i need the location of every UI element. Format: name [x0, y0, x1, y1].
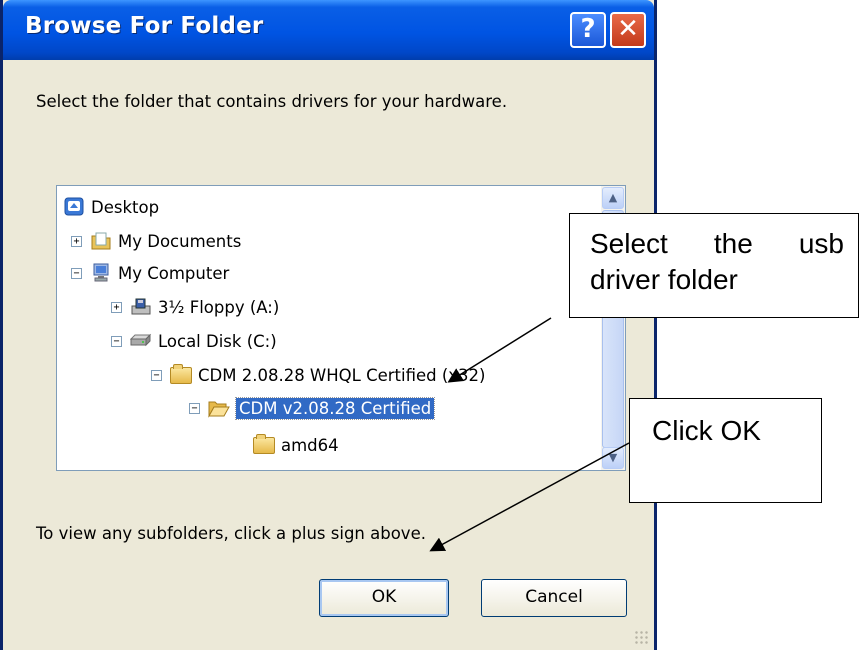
browse-for-folder-dialog: Browse For Folder ? ✕ Select the folder … [0, 0, 657, 650]
expand-plus-icon[interactable]: + [71, 235, 82, 247]
folder-tree[interactable]: Desktop + My Documents − My Computer + 3… [56, 185, 626, 471]
callout-click-ok: Click OK [629, 398, 822, 503]
help-button[interactable]: ? [570, 12, 606, 48]
cancel-button[interactable]: Cancel [481, 579, 627, 617]
scroll-up-icon[interactable]: ▲ [602, 187, 624, 209]
open-folder-icon [208, 398, 230, 418]
ok-button[interactable]: OK [319, 579, 449, 617]
callout-word: usb [798, 228, 844, 259]
dialog-title: Browse For Folder [25, 13, 264, 39]
tree-item-label: My Computer [118, 263, 230, 283]
expand-plus-icon[interactable]: + [111, 301, 122, 313]
scroll-down-icon[interactable]: ▼ [602, 447, 624, 469]
tree-item-cdm-whql[interactable]: − CDM 2.08.28 WHQL Certified (x32) [151, 362, 486, 388]
tree-item-floppy[interactable]: + 3½ Floppy (A:) [111, 294, 279, 320]
collapse-minus-icon[interactable]: − [111, 335, 122, 347]
callout-word: Select [590, 228, 668, 259]
tree-item-label: Local Disk (C:) [158, 331, 277, 351]
close-button[interactable]: ✕ [610, 12, 646, 48]
callout-word: the [713, 228, 753, 259]
resize-grip-icon[interactable] [634, 630, 648, 644]
tree-item-label: CDM 2.08.28 WHQL Certified (x32) [198, 365, 486, 385]
tree-item-label: 3½ Floppy (A:) [158, 297, 280, 317]
collapse-minus-icon[interactable]: − [71, 267, 82, 279]
tree-item-cdm-certified[interactable]: − CDM v2.08.28 Certified [189, 395, 436, 421]
callout-select-usb-driver: Select the usb driver folder [569, 213, 859, 318]
folder-icon [170, 364, 192, 385]
floppy-drive-icon [130, 297, 152, 317]
folder-icon [253, 434, 275, 455]
tree-item-my-computer[interactable]: − My Computer [71, 260, 229, 286]
tree-item-amd64[interactable]: amd64 [253, 432, 339, 458]
tree-item-local-disk[interactable]: − Local Disk (C:) [111, 328, 277, 354]
tree-item-label: Desktop [91, 197, 160, 217]
my-documents-icon [90, 231, 112, 251]
title-bar[interactable]: Browse For Folder ? ✕ [3, 0, 654, 60]
hard-disk-icon [129, 331, 152, 351]
my-computer-icon [90, 263, 112, 283]
callout-line: driver folder [590, 264, 738, 295]
instruction-text: Select the folder that contains drivers … [36, 92, 508, 111]
tree-item-label: CDM v2.08.28 Certified [234, 396, 436, 420]
desktop-icon [63, 197, 85, 217]
tree-item-my-documents[interactable]: + My Documents [71, 228, 241, 254]
tree-item-label: amd64 [281, 435, 339, 455]
collapse-minus-icon[interactable]: − [151, 369, 162, 381]
callout-text: Click OK [652, 415, 761, 446]
tree-item-desktop[interactable]: Desktop [63, 194, 159, 220]
tree-item-label: My Documents [118, 231, 242, 251]
collapse-minus-icon[interactable]: − [189, 402, 200, 414]
footer-hint-text: To view any subfolders, click a plus sig… [36, 524, 426, 543]
